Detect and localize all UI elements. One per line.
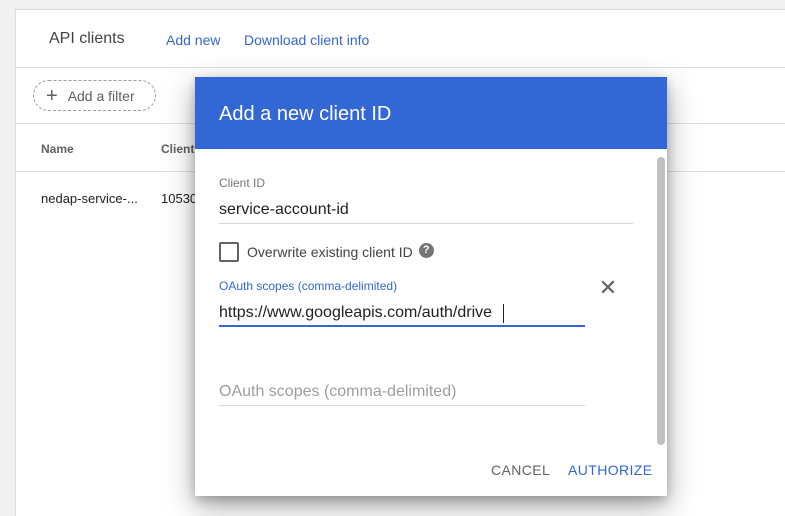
- overwrite-label[interactable]: Overwrite existing client ID: [247, 244, 413, 260]
- scrollbar-thumb[interactable]: [657, 157, 665, 445]
- dialog-title: Add a new client ID: [195, 77, 667, 149]
- close-icon[interactable]: ✕: [597, 277, 619, 299]
- oauth-scopes-input[interactable]: [219, 300, 585, 327]
- overwrite-row: Overwrite existing client ID ?: [219, 242, 434, 262]
- cancel-button[interactable]: CANCEL: [491, 462, 550, 478]
- authorize-button[interactable]: AUTHORIZE: [568, 462, 653, 478]
- oauth-scopes-label: OAuth scopes (comma-delimited): [219, 279, 398, 293]
- oauth-scopes-input-2[interactable]: [219, 379, 585, 406]
- client-id-label: Client ID: [219, 176, 266, 190]
- add-client-dialog: Add a new client ID Client ID Overwrite …: [195, 77, 667, 496]
- help-icon[interactable]: ?: [418, 242, 434, 258]
- dialog-scrollbar[interactable]: [657, 157, 665, 447]
- text-caret: [503, 304, 504, 323]
- client-id-input[interactable]: [219, 197, 633, 224]
- overwrite-checkbox[interactable]: [219, 242, 239, 262]
